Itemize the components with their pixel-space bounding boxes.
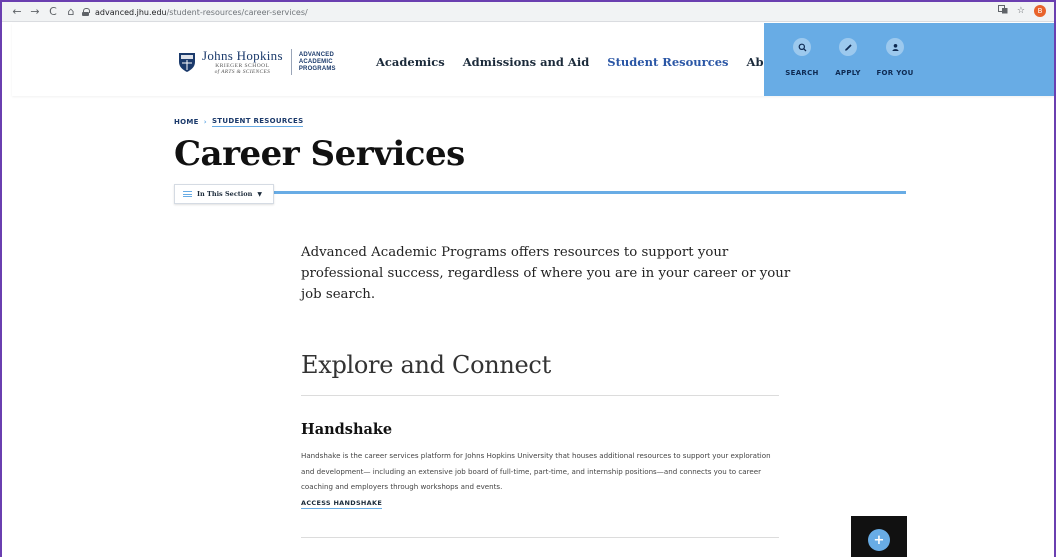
main-nav: Academics Admissions and Aid Student Res…	[376, 55, 803, 69]
browser-actions: ☆ B	[997, 5, 1046, 17]
forward-icon[interactable]: →	[28, 5, 42, 19]
plus-icon[interactable]: +	[868, 529, 890, 551]
back-icon[interactable]: ←	[10, 5, 24, 19]
pencil-icon	[839, 38, 857, 56]
apply-button[interactable]: APPLY	[826, 38, 870, 77]
in-this-section-label: In This Section	[197, 190, 253, 198]
site-logo[interactable]: Johns Hopkins KRIEGER SCHOOL of ARTS & S…	[176, 49, 336, 75]
bookmark-star-icon[interactable]: ☆	[1017, 6, 1025, 16]
jhu-wordmark: Johns Hopkins KRIEGER SCHOOL of ARTS & S…	[202, 49, 283, 75]
aap-wordmark: ADVANCED ACADEMIC PROGRAMS	[299, 52, 336, 73]
site-header: Johns Hopkins KRIEGER SCHOOL of ARTS & S…	[12, 23, 1054, 96]
url-path: /student-resources/career-services/	[166, 7, 308, 17]
breadcrumb-home[interactable]: HOME	[174, 118, 199, 126]
divider	[301, 537, 779, 538]
nav-academics[interactable]: Academics	[376, 55, 445, 69]
browser-toolbar: ← → C ⌂ advanced.jhu.edu/student-resourc…	[2, 2, 1054, 22]
search-icon	[793, 38, 811, 56]
intro-paragraph: Advanced Academic Programs offers resour…	[301, 245, 791, 302]
breadcrumb-student-resources[interactable]: STUDENT RESOURCES	[211, 117, 304, 127]
home-icon[interactable]: ⌂	[64, 5, 78, 19]
browser-window: ← → C ⌂ advanced.jhu.edu/student-resourc…	[0, 0, 1056, 557]
apply-label: APPLY	[835, 69, 861, 77]
divider	[301, 395, 779, 396]
reload-icon[interactable]: C	[46, 5, 60, 19]
handshake-heading: Handshake	[301, 421, 393, 438]
for-you-label: FOR YOU	[876, 69, 914, 77]
explore-heading: Explore and Connect	[301, 351, 551, 379]
search-label: SEARCH	[785, 69, 819, 77]
caret-down-icon: ▼	[257, 190, 262, 198]
utility-bar: SEARCH APPLY FOR YOU	[764, 23, 1054, 96]
jhu-name: Johns Hopkins	[202, 48, 283, 63]
logo-divider	[290, 49, 292, 75]
nav-student-resources[interactable]: Student Resources	[607, 55, 728, 69]
floating-action-panel: +	[851, 516, 907, 557]
menu-icon	[183, 191, 192, 197]
url-domain: advanced.jhu.edu	[95, 7, 167, 17]
for-you-button[interactable]: FOR YOU	[873, 38, 917, 77]
in-this-section-dropdown[interactable]: In This Section ▼	[174, 184, 274, 204]
nav-admissions-and-aid[interactable]: Admissions and Aid	[463, 55, 590, 69]
jhu-school-sub: of ARTS & SCIENCES	[214, 68, 271, 75]
profile-avatar[interactable]: B	[1034, 5, 1046, 17]
lock-icon	[82, 8, 90, 16]
aap-line: PROGRAMS	[298, 65, 336, 72]
handshake-description: Handshake is the career services platfor…	[301, 451, 771, 491]
jhu-shield-icon	[179, 53, 195, 72]
breadcrumb: HOME › STUDENT RESOURCES	[174, 117, 304, 127]
aap-line: ADVANCED	[298, 51, 334, 58]
address-bar[interactable]: advanced.jhu.edu/student-resources/caree…	[82, 4, 1012, 20]
translate-icon[interactable]	[997, 5, 1008, 17]
page-title: Career Services	[174, 134, 465, 174]
access-handshake-link[interactable]: ACCESS HANDSHAKE	[301, 499, 383, 509]
search-button[interactable]: SEARCH	[780, 38, 824, 77]
section-divider	[272, 191, 906, 194]
user-icon	[886, 38, 904, 56]
breadcrumb-separator: ›	[203, 118, 207, 126]
aap-line: ACADEMIC	[298, 58, 333, 65]
